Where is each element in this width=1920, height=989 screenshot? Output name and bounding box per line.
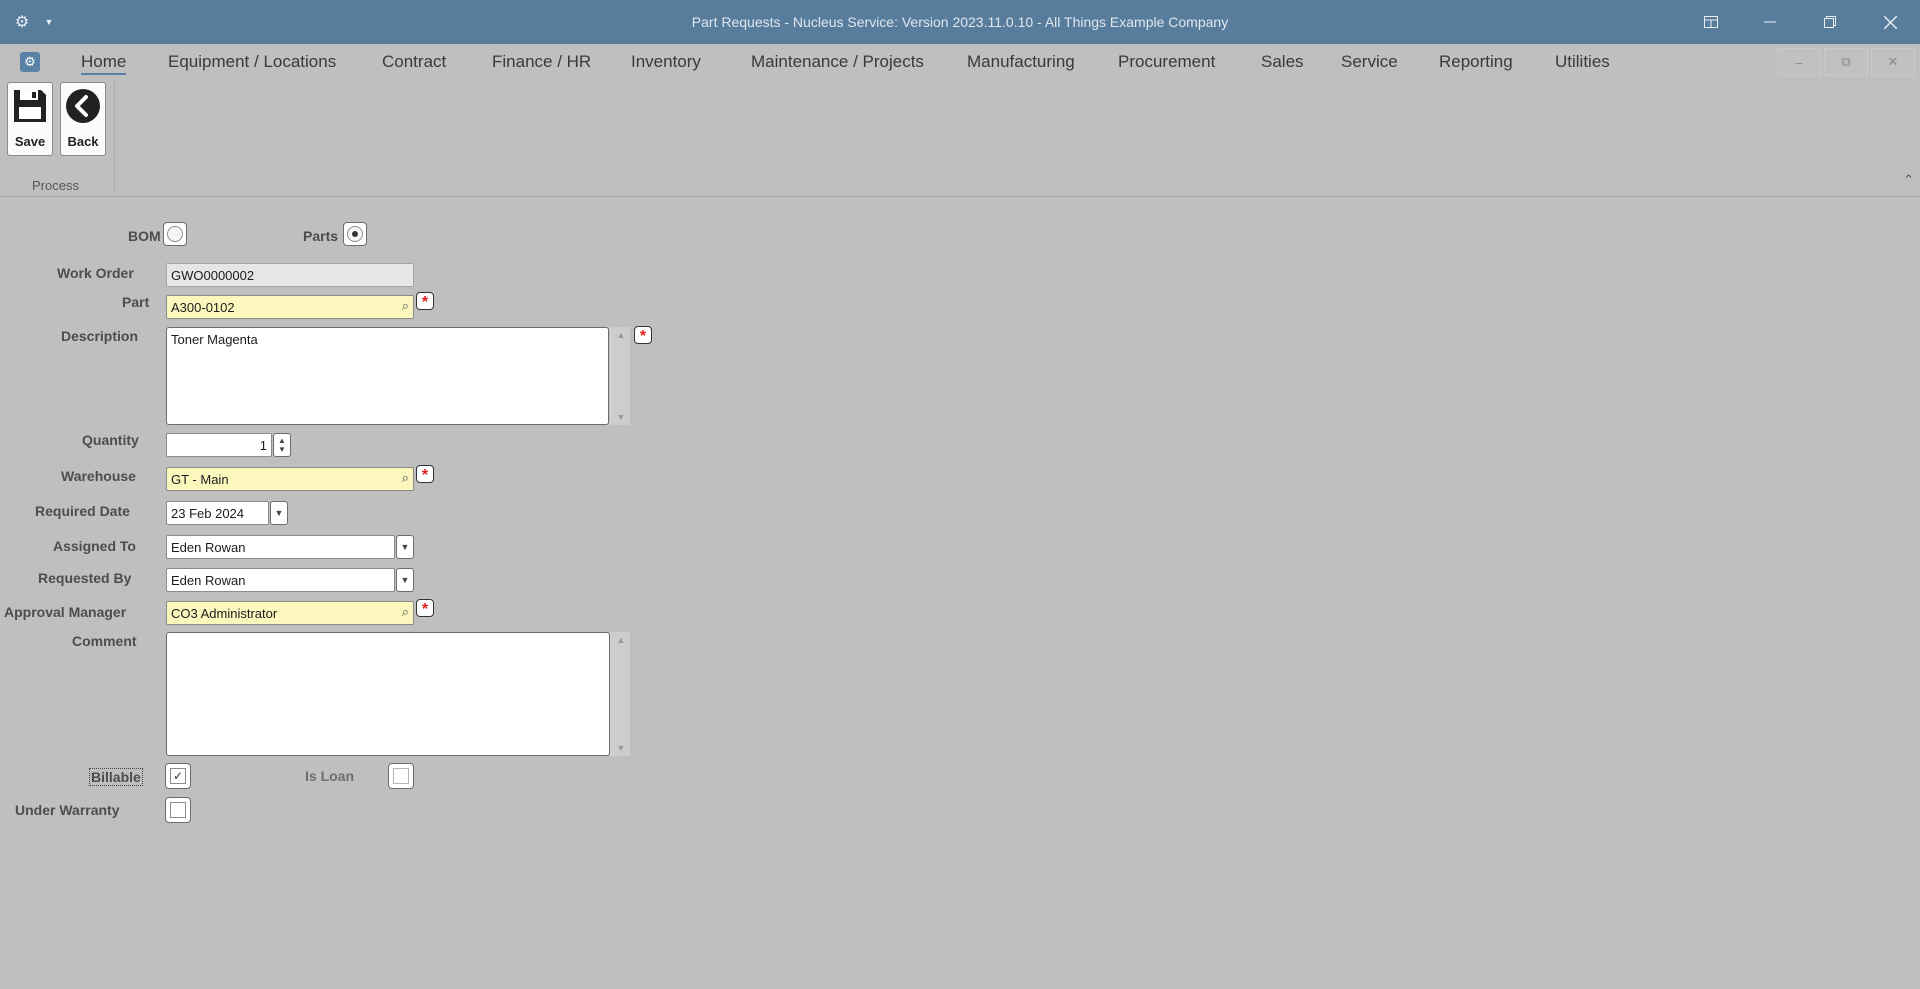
layout-icon[interactable] — [1699, 10, 1723, 34]
menu-home[interactable]: Home — [81, 52, 127, 75]
description-scrollbar[interactable]: ▲ ▼ — [610, 327, 630, 425]
menu-service[interactable]: Service — [1341, 52, 1398, 72]
search-icon[interactable]: ⌕ — [402, 298, 409, 314]
menu-maintenance-projects[interactable]: Maintenance / Projects — [751, 52, 924, 72]
save-icon — [14, 90, 46, 122]
calendar-dropdown-icon[interactable]: ▼ — [270, 501, 288, 525]
required-date-label: Required Date — [35, 503, 130, 519]
decrement-icon[interactable]: ▼ — [278, 445, 286, 454]
approval-manager-value: CO3 Administrator — [171, 606, 278, 621]
is-loan-label: Is Loan — [305, 768, 355, 784]
menu-utilities[interactable]: Utilities — [1555, 52, 1610, 72]
chevron-down-icon[interactable]: ▼ — [396, 568, 414, 592]
scroll-up-icon[interactable]: ▲ — [611, 635, 631, 645]
parts-label: Parts — [303, 228, 339, 244]
under-warranty-label: Under Warranty — [15, 802, 120, 818]
menu-procurement[interactable]: Procurement — [1118, 52, 1215, 72]
required-marker: * — [416, 292, 434, 311]
comment-textarea[interactable] — [166, 632, 610, 756]
save-button[interactable]: Save — [7, 82, 53, 156]
menu-manufacturing[interactable]: Manufacturing — [967, 52, 1075, 72]
quantity-field[interactable]: 1 — [166, 433, 272, 457]
window-title: Part Requests - Nucleus Service: Version… — [691, 14, 1229, 30]
ribbon: Save Back Process ⌃ — [0, 80, 1920, 197]
work-order-field: GWO0000002 — [166, 263, 414, 287]
assigned-to-label: Assigned To — [53, 538, 136, 554]
menu-contract[interactable]: Contract — [382, 52, 446, 72]
title-bar: ⚙ ▼ Part Requests - Nucleus Service: Ver… — [0, 0, 1920, 44]
part-label: Part — [122, 294, 150, 310]
scroll-down-icon[interactable]: ▼ — [611, 743, 631, 753]
approval-manager-label: Approval Manager — [4, 604, 127, 620]
back-label: Back — [67, 134, 99, 149]
billable-checkbox[interactable]: ✓ — [165, 763, 191, 789]
required-marker: * — [416, 465, 434, 484]
required-marker: * — [634, 326, 652, 345]
mdi-restore-button[interactable]: ⧉ — [1824, 48, 1868, 76]
under-warranty-checkbox[interactable] — [165, 797, 191, 823]
description-label: Description — [61, 328, 139, 344]
mdi-close-button[interactable]: ✕ — [1871, 48, 1915, 76]
chevron-down-icon[interactable]: ▼ — [396, 535, 414, 559]
work-order-label: Work Order — [57, 265, 134, 281]
part-field[interactable]: A300-0102 ⌕ — [166, 295, 414, 319]
save-label: Save — [14, 134, 46, 149]
search-icon[interactable]: ⌕ — [402, 470, 409, 486]
comment-scrollbar[interactable]: ▲ ▼ — [610, 632, 630, 756]
menu-equipment-locations[interactable]: Equipment / Locations — [168, 52, 336, 72]
billable-label: Billable — [89, 768, 143, 786]
minimize-icon[interactable] — [1758, 10, 1782, 34]
menu-reporting[interactable]: Reporting — [1439, 52, 1513, 72]
approval-manager-field[interactable]: CO3 Administrator ⌕ — [166, 601, 414, 625]
close-icon[interactable] — [1878, 10, 1902, 34]
part-value: A300-0102 — [171, 300, 235, 315]
quantity-label: Quantity — [82, 432, 139, 448]
scroll-down-icon[interactable]: ▼ — [611, 412, 631, 422]
app-gear-icon[interactable]: ⚙ — [20, 52, 40, 72]
menu-sales[interactable]: Sales — [1261, 52, 1304, 72]
ribbon-separator — [114, 80, 115, 192]
back-button[interactable]: Back — [60, 82, 106, 156]
warehouse-field[interactable]: GT - Main ⌕ — [166, 467, 414, 491]
quantity-stepper[interactable]: ▲ ▼ — [273, 433, 291, 457]
description-textarea[interactable]: Toner Magenta — [166, 327, 609, 425]
mdi-minimize-button[interactable]: – — [1777, 48, 1821, 76]
back-arrow-icon — [66, 89, 100, 123]
required-date-field[interactable]: 23 Feb 2024 — [166, 501, 269, 525]
collapse-ribbon-icon[interactable]: ⌃ — [1903, 172, 1914, 188]
menu-finance-hr[interactable]: Finance / HR — [492, 52, 591, 72]
warehouse-label: Warehouse — [61, 468, 136, 484]
increment-icon[interactable]: ▲ — [278, 436, 286, 445]
menu-inventory[interactable]: Inventory — [631, 52, 701, 72]
requested-by-label: Requested By — [38, 570, 132, 586]
bom-label: BOM — [128, 228, 161, 244]
requested-by-select[interactable]: Eden Rowan — [166, 568, 395, 592]
assigned-to-select[interactable]: Eden Rowan — [166, 535, 395, 559]
required-marker: * — [416, 599, 434, 618]
bom-radio[interactable] — [163, 222, 187, 246]
parts-radio[interactable] — [343, 222, 367, 246]
restore-icon[interactable] — [1818, 10, 1842, 34]
search-icon[interactable]: ⌕ — [402, 604, 409, 620]
menu-bar: ⚙ Home Equipment / Locations Contract Fi… — [0, 44, 1920, 80]
is-loan-checkbox[interactable] — [388, 763, 414, 789]
scroll-up-icon[interactable]: ▲ — [611, 330, 631, 340]
check-icon: ✓ — [170, 768, 186, 784]
process-group-label: Process — [32, 178, 79, 193]
warehouse-value: GT - Main — [171, 472, 229, 487]
comment-label: Comment — [72, 633, 137, 649]
